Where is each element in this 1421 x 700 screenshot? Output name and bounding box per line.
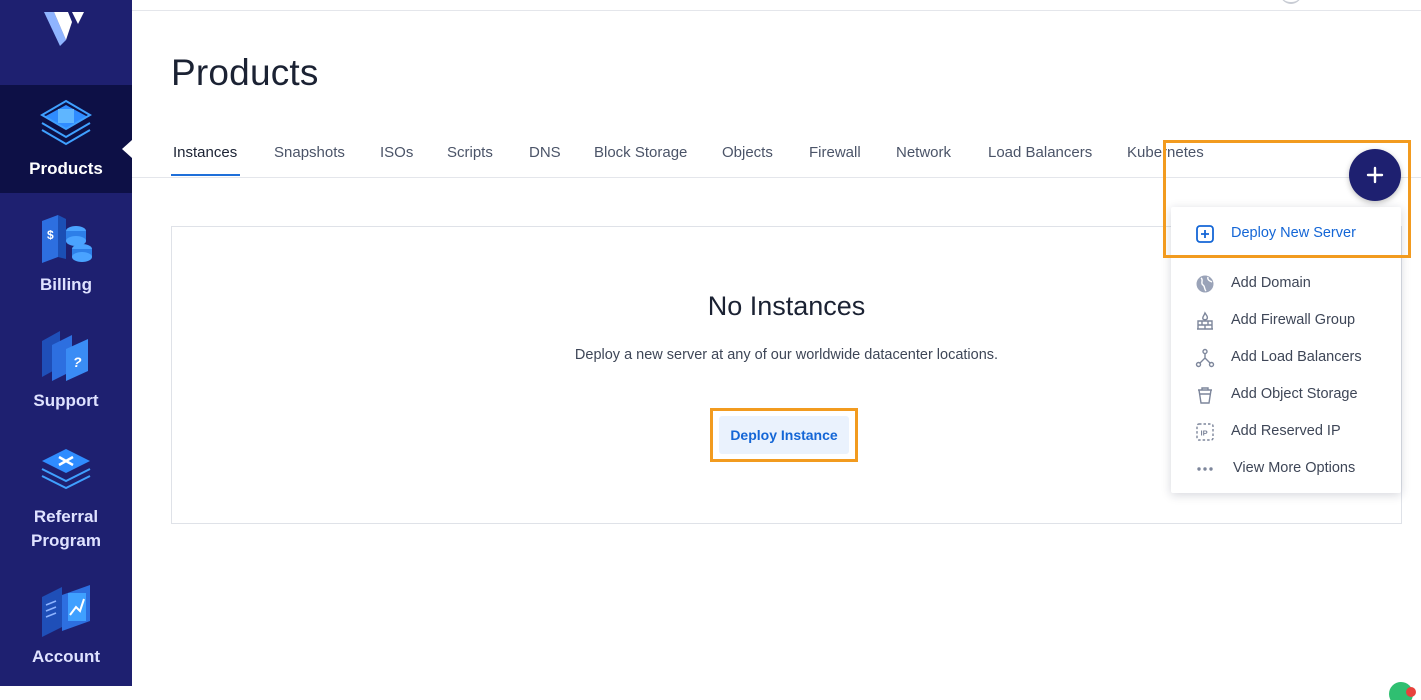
sidebar-item-billing[interactable]: $ Billing (0, 193, 132, 309)
menu-item-label: Add Firewall Group (1231, 312, 1356, 328)
sidebar-item-products[interactable]: Products (0, 85, 132, 193)
sidebar-item-label: Support (33, 391, 99, 410)
tab-network[interactable]: Network (896, 144, 951, 161)
product-tabs: Instances Snapshots ISOs Scripts DNS Blo… (132, 138, 1421, 178)
top-bar-divider (132, 10, 1421, 11)
vultr-logo[interactable] (42, 10, 86, 48)
products-icon (40, 99, 92, 146)
chat-widget-icon[interactable] (1381, 680, 1421, 700)
menu-item-deploy-new-server[interactable]: Deploy New Server (1171, 218, 1401, 248)
menu-item-label: Add Object Storage (1231, 386, 1358, 402)
more-dots-icon (1197, 467, 1213, 471)
sidebar: Products $ Billing ? Support Referral Pr… (0, 0, 132, 686)
menu-item-add-domain[interactable]: Add Domain (1171, 268, 1401, 298)
menu-item-view-more-options[interactable]: View More Options (1171, 453, 1401, 483)
active-tab-underline (171, 174, 240, 176)
tab-block-storage[interactable]: Block Storage (594, 144, 687, 161)
menu-item-add-reserved-ip[interactable]: IP Add Reserved IP (1171, 416, 1401, 446)
sidebar-item-label: Products (29, 159, 103, 178)
sidebar-item-support[interactable]: ? Support (0, 309, 132, 425)
deploy-instance-highlight: Deploy Instance (710, 408, 858, 462)
page-title: Products (171, 52, 319, 93)
firewall-icon (1197, 311, 1213, 330)
menu-item-label: Add Domain (1231, 275, 1311, 291)
tab-dns[interactable]: DNS (529, 144, 561, 161)
plus-square-icon (1196, 225, 1214, 243)
tab-instances[interactable]: Instances (173, 144, 237, 161)
account-icon (42, 585, 90, 637)
bucket-icon (1198, 387, 1212, 404)
menu-item-add-load-balancers[interactable]: Add Load Balancers (1171, 342, 1401, 372)
load-balancer-icon (1195, 348, 1215, 368)
tab-scripts[interactable]: Scripts (447, 144, 493, 161)
sidebar-item-label: Referral Program (31, 507, 101, 550)
add-fab-button[interactable] (1349, 149, 1401, 201)
sidebar-item-label: Billing (40, 275, 92, 294)
tab-firewall[interactable]: Firewall (809, 144, 861, 161)
active-indicator (122, 140, 132, 158)
svg-text:IP: IP (1201, 429, 1208, 438)
menu-item-label: Add Reserved IP (1231, 423, 1341, 439)
user-avatar[interactable] (1280, 0, 1302, 4)
menu-item-label: Add Load Balancers (1231, 349, 1362, 365)
referral-icon (41, 449, 91, 490)
globe-icon (1196, 275, 1214, 293)
tab-snapshots[interactable]: Snapshots (274, 144, 345, 161)
tab-isos[interactable]: ISOs (380, 144, 413, 161)
tab-load-balancers[interactable]: Load Balancers (988, 144, 1092, 161)
deploy-instance-button[interactable]: Deploy Instance (719, 416, 849, 454)
tab-objects[interactable]: Objects (722, 144, 773, 161)
menu-item-label: Deploy New Server (1231, 225, 1356, 241)
tab-kubernetes[interactable]: Kubernetes (1127, 144, 1204, 161)
svg-text:$: $ (47, 228, 54, 242)
menu-item-add-firewall-group[interactable]: Add Firewall Group (1171, 305, 1401, 335)
billing-icon: $ (42, 215, 92, 263)
svg-text:?: ? (73, 354, 82, 370)
sidebar-item-account[interactable]: Account (0, 575, 132, 686)
sidebar-item-label: Account (32, 647, 100, 666)
support-icon: ? (42, 331, 88, 381)
menu-item-add-object-storage[interactable]: Add Object Storage (1171, 379, 1401, 409)
plus-icon (1366, 166, 1384, 184)
menu-item-label: View More Options (1233, 460, 1356, 476)
ip-icon: IP (1196, 423, 1214, 441)
sidebar-item-referral[interactable]: Referral Program (0, 425, 132, 575)
add-menu-dropdown: Deploy New Server Add Domain Add Firewal… (1171, 207, 1401, 493)
